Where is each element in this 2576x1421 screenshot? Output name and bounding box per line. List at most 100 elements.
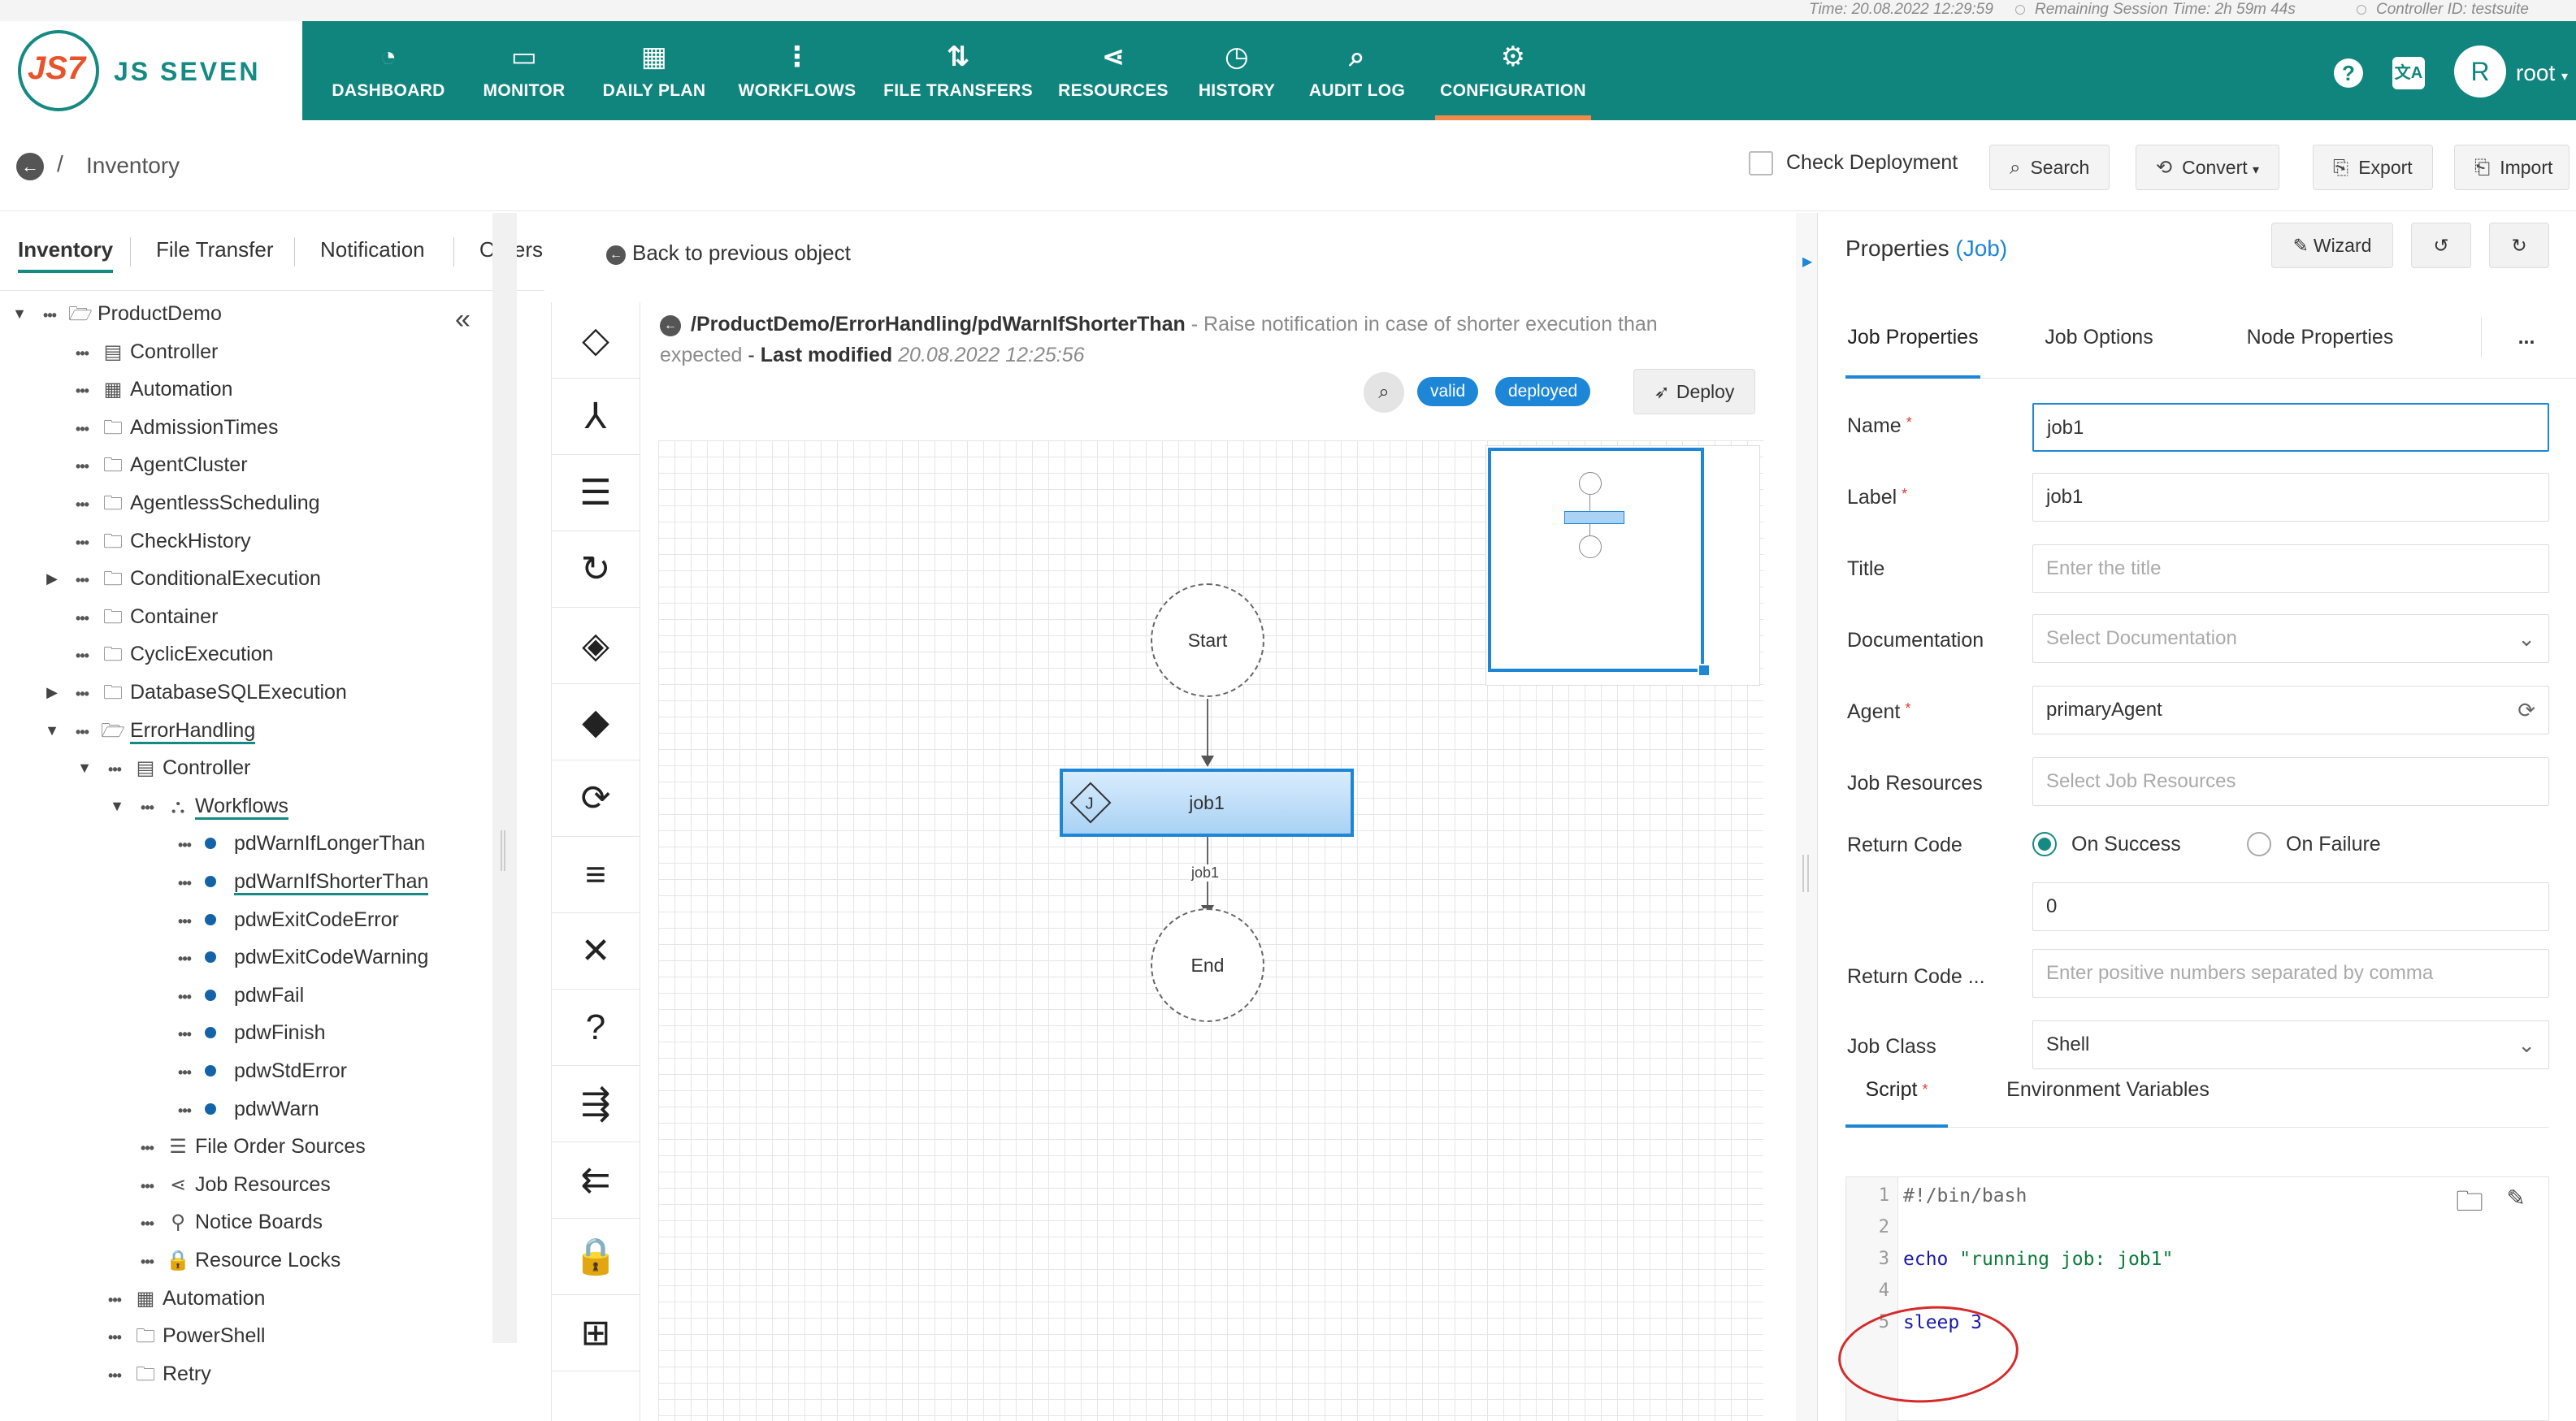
- tree-item[interactable]: ••• ☰ File Order Sources: [135, 1130, 366, 1163]
- undo-button[interactable]: ↺: [2411, 223, 2471, 268]
- add-order-icon[interactable]: ⊞: [552, 1295, 640, 1371]
- on-failure-radio[interactable]: On Failure: [2247, 832, 2381, 856]
- caret-down-icon[interactable]: ▼: [44, 714, 60, 747]
- tree-item[interactable]: ••• 🗀 AgentCluster: [70, 448, 247, 483]
- back-circle-icon[interactable]: ←: [660, 315, 681, 336]
- nav-daily-plan[interactable]: ▦ DAILY PLAN: [593, 21, 715, 120]
- more-options-icon[interactable]: •••: [70, 639, 94, 672]
- more-options-icon[interactable]: •••: [172, 905, 197, 938]
- more-options-icon[interactable]: •••: [172, 829, 197, 861]
- tree-item[interactable]: ••• 🗀 Retry: [102, 1358, 211, 1390]
- more-options-icon[interactable]: •••: [102, 1321, 127, 1354]
- tree-item[interactable]: ••• 🗀 AgentlessScheduling: [70, 487, 319, 521]
- tree-item[interactable]: ••• 🗀 CheckHistory: [70, 525, 251, 557]
- tab-job-properties[interactable]: Job Properties: [1845, 317, 1980, 379]
- more-options-icon[interactable]: •••: [37, 299, 62, 331]
- nav-history[interactable]: ◷ HISTORY: [1188, 21, 1286, 120]
- more-options-icon[interactable]: •••: [70, 564, 94, 596]
- back-arrow-icon[interactable]: ←: [16, 153, 44, 180]
- more-options-icon[interactable]: •••: [135, 1246, 159, 1278]
- tab-environment-variables[interactable]: Environment Variables: [1990, 1069, 2226, 1128]
- nav-audit-log[interactable]: ⌕ AUDIT LOG: [1300, 21, 1414, 120]
- caret-down-icon[interactable]: ▼: [109, 790, 125, 822]
- expand-right-icon[interactable]: ▶: [1802, 253, 1812, 270]
- tree-item[interactable]: ••• 🗀 AdmissionTimes: [70, 411, 278, 444]
- more-tabs-button[interactable]: ...: [2510, 317, 2543, 379]
- more-options-icon[interactable]: •••: [172, 867, 197, 899]
- back-to-previous-link[interactable]: ← Back to previous object: [606, 240, 851, 266]
- redo-button[interactable]: ↻: [2489, 223, 2549, 268]
- job-icon[interactable]: ◇: [552, 302, 640, 379]
- collapse-left-icon[interactable]: «: [455, 304, 471, 336]
- try-catch-icon[interactable]: ◈: [552, 608, 640, 684]
- tab-notification[interactable]: Notification: [320, 237, 425, 273]
- tree-item[interactable]: ••• pdWarnIfLongerThan: [172, 827, 425, 860]
- nav-resources[interactable]: ⋖ RESOURCES: [1052, 21, 1175, 120]
- lock-icon[interactable]: 🔒: [552, 1219, 640, 1295]
- tree-item[interactable]: ▶ ••• 🗀 DatabaseSQLExecution: [46, 676, 347, 710]
- tab-node-properties[interactable]: Node Properties: [2239, 317, 2401, 379]
- user-menu[interactable]: root ▾: [2516, 57, 2568, 89]
- more-options-icon[interactable]: •••: [102, 1284, 127, 1316]
- fail-icon[interactable]: ✕: [552, 913, 640, 990]
- more-options-icon[interactable]: •••: [70, 716, 94, 748]
- more-options-icon[interactable]: •••: [70, 526, 94, 559]
- job-resources-select[interactable]: Select Job Resources: [2032, 757, 2549, 806]
- check-deployment-checkbox[interactable]: [1749, 151, 1773, 175]
- more-options-icon[interactable]: •••: [70, 488, 94, 521]
- tree-item[interactable]: ••• pdwFinish: [172, 1016, 326, 1049]
- properties-splitter[interactable]: ▶: [1796, 213, 1817, 1421]
- more-options-icon[interactable]: •••: [102, 753, 127, 786]
- finish-icon[interactable]: ≡: [552, 837, 640, 913]
- tree-item[interactable]: ▼ ••• 🗁 ErrorHandling: [45, 714, 256, 748]
- tree-item[interactable]: ••• 🗀 CyclicExecution: [70, 638, 273, 670]
- tree-item[interactable]: ▼ ••• ▤ Controller: [77, 752, 250, 786]
- more-options-icon[interactable]: •••: [172, 1056, 197, 1089]
- nav-file-transfers[interactable]: ⇅ FILE TRANSFERS: [881, 21, 1035, 120]
- convert-button[interactable]: ⟲ Convert ▾: [2136, 145, 2280, 190]
- fork-icon[interactable]: ⅄: [552, 379, 640, 455]
- more-options-icon[interactable]: •••: [70, 413, 94, 445]
- return-code-warning-input[interactable]: Enter positive numbers separated by comm…: [2032, 949, 2549, 998]
- more-options-icon[interactable]: •••: [70, 678, 94, 710]
- help-icon[interactable]: ?: [2334, 58, 2363, 88]
- caret-down-icon[interactable]: ▼: [76, 752, 93, 784]
- more-options-icon[interactable]: •••: [135, 791, 159, 824]
- tree-item[interactable]: ••• pdwExitCodeWarning: [172, 941, 428, 973]
- more-options-icon[interactable]: •••: [135, 1132, 159, 1164]
- zoom-search-button[interactable]: ⌕: [1364, 372, 1404, 413]
- import-button[interactable]: ⎗ Import: [2454, 145, 2570, 190]
- agent-select[interactable]: primaryAgent ⟳: [2032, 686, 2549, 734]
- nav-monitor[interactable]: ▭ MONITOR: [463, 21, 585, 120]
- more-options-icon[interactable]: •••: [172, 1094, 197, 1127]
- tree-item[interactable]: ••• 🗀 PowerShell: [102, 1319, 265, 1352]
- tree-item[interactable]: ••• pdwFail: [172, 979, 304, 1012]
- tab-script[interactable]: Script *: [1845, 1069, 1948, 1128]
- label-input[interactable]: job1: [2032, 473, 2549, 522]
- tree-item[interactable]: ••• ▤ Controller: [70, 336, 218, 368]
- on-success-radio[interactable]: On Success: [2032, 832, 2181, 856]
- more-options-icon[interactable]: •••: [172, 981, 197, 1013]
- translate-icon[interactable]: 文A: [2392, 57, 2425, 89]
- post-notice-icon[interactable]: ⇶: [552, 1066, 640, 1142]
- tab-job-options[interactable]: Job Options: [2034, 317, 2164, 379]
- nav-dashboard[interactable]: ◔ DASHBOARD: [325, 21, 452, 120]
- tree-item[interactable]: ▼ ••• ⛬ Workflows: [110, 790, 288, 824]
- more-options-icon[interactable]: •••: [70, 337, 94, 370]
- more-options-icon[interactable]: •••: [172, 942, 197, 975]
- more-options-icon[interactable]: •••: [135, 1170, 159, 1202]
- tree-item[interactable]: ••• 🔒 Resource Locks: [135, 1244, 340, 1276]
- retry-icon[interactable]: ↻: [552, 531, 640, 608]
- export-button[interactable]: ⎘ Export: [2313, 145, 2433, 190]
- wizard-button[interactable]: ✎ Wizard: [2271, 223, 2393, 268]
- more-options-icon[interactable]: •••: [70, 450, 94, 483]
- return-code-input[interactable]: 0: [2032, 882, 2549, 931]
- tree-item[interactable]: ▶ ••• 🗀 ConditionalExecution: [46, 562, 321, 596]
- tree-item[interactable]: ••• pdwStdError: [172, 1055, 347, 1087]
- cycle-icon[interactable]: ⟳: [552, 760, 640, 837]
- tree-item[interactable]: ▼ ••• 🗁 ProductDemo: [12, 297, 222, 331]
- logo[interactable]: JS7 JS SEVEN: [0, 21, 302, 120]
- if-icon[interactable]: ◆: [552, 684, 640, 760]
- tree-item[interactable]: ••• pdwWarn: [172, 1093, 319, 1125]
- tree-item[interactable]: ••• 🗀 Container: [70, 600, 218, 633]
